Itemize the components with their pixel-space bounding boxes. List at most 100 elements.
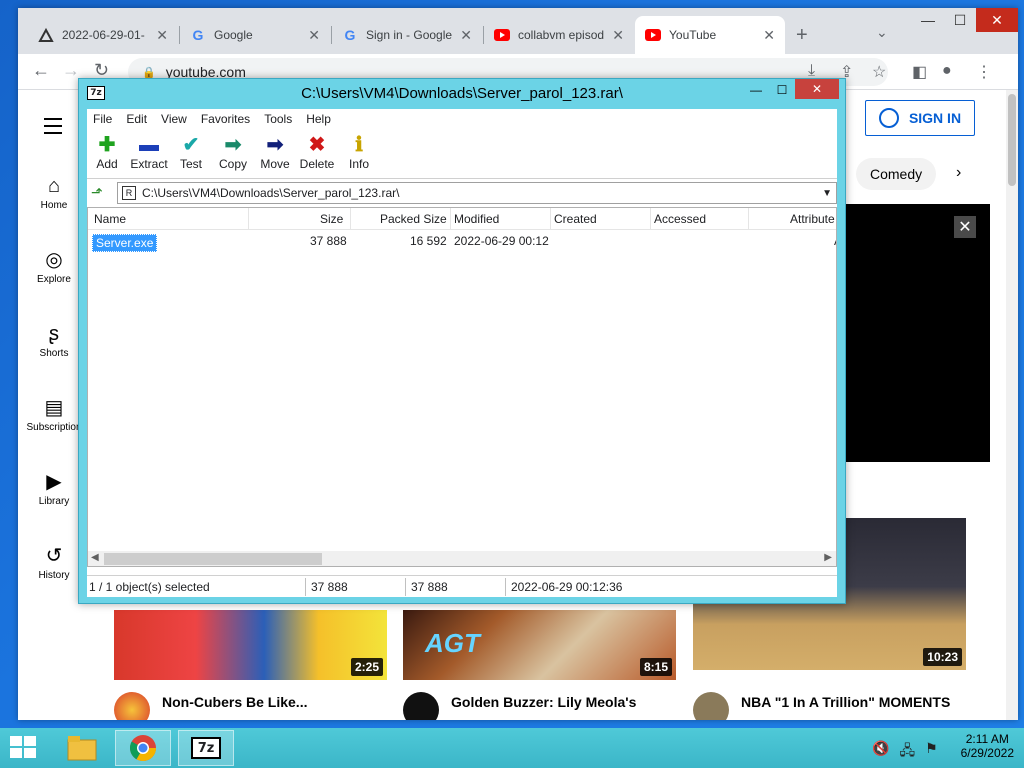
- table-row[interactable]: Server.exe 37 888 16 592 2022-06-29 00:1…: [88, 232, 836, 252]
- side-panel-icon[interactable]: ◧: [912, 62, 927, 82]
- delete-x-icon: ✖: [308, 134, 326, 156]
- chevron-down-icon[interactable]: ▼: [822, 188, 832, 199]
- video-title[interactable]: Non-Cubers Be Like...: [162, 694, 307, 710]
- chevron-right-icon[interactable]: ›: [956, 164, 961, 182]
- status-size: 37 888: [311, 580, 348, 594]
- status-selection: 1 / 1 object(s) selected: [89, 580, 210, 594]
- windows-start-icon[interactable]: [10, 736, 38, 760]
- maximize-button[interactable]: ☐: [769, 79, 795, 101]
- close-icon[interactable]: ✕: [763, 27, 775, 44]
- path-bar: ⬏ R C:\Users\VM4\Downloads\Server_parol_…: [87, 181, 837, 205]
- collabvm-icon: [38, 27, 54, 43]
- folder-up-icon[interactable]: ⬏: [91, 184, 103, 201]
- google-icon: G: [192, 27, 204, 43]
- new-tab-button[interactable]: +: [796, 24, 808, 47]
- taskbar: 7z 🔇 🖧 ⚑ 2:11 AM 6/29/2022: [0, 728, 1024, 768]
- video-thumbnail[interactable]: AGT 8:15: [403, 610, 676, 680]
- channel-avatar[interactable]: [114, 692, 150, 720]
- menu-favorites[interactable]: Favorites: [201, 112, 250, 126]
- list-header: Name Size Packed Size Modified Created A…: [88, 208, 836, 230]
- 7zip-window: 7z C:\Users\VM4\Downloads\Server_parol_1…: [78, 78, 846, 604]
- test-button[interactable]: ✔ Test: [169, 133, 213, 171]
- channel-avatar[interactable]: [693, 692, 729, 720]
- youtube-icon: [494, 27, 510, 43]
- action-center-icon[interactable]: ⚑: [925, 740, 938, 764]
- chip-comedy[interactable]: Comedy: [856, 158, 937, 190]
- column-packed-size[interactable]: Packed Size: [380, 212, 447, 226]
- minimize-button[interactable]: —: [912, 8, 944, 32]
- column-attributes[interactable]: Attribute: [790, 212, 835, 226]
- rar-file-icon: R: [122, 186, 136, 200]
- tab-collabvm[interactable]: 2022-06-29-01- ✕: [28, 16, 178, 54]
- copy-button[interactable]: ➡ Copy: [211, 133, 255, 171]
- 7zip-taskbar-icon[interactable]: 7z: [178, 730, 234, 766]
- menu-view[interactable]: View: [161, 112, 187, 126]
- file-explorer-icon[interactable]: [54, 730, 110, 766]
- sign-in-button[interactable]: SIGN IN: [865, 100, 975, 136]
- 7zip-toolbar: ✚ Add ▬ Extract ✔ Test ➡ Copy ➡ Move ✖ Delete …: [87, 129, 837, 179]
- clock[interactable]: 2:11 AM 6/29/2022: [961, 732, 1014, 760]
- video-title[interactable]: Golden Buzzer: Lily Meola's: [451, 694, 636, 710]
- page-scrollbar[interactable]: [1006, 90, 1018, 720]
- tab-sign-in-google[interactable]: G Sign in - Google ✕: [332, 16, 482, 54]
- menu-help[interactable]: Help: [306, 112, 331, 126]
- move-button[interactable]: ➡ Move: [253, 133, 297, 171]
- delete-button[interactable]: ✖ Delete: [295, 133, 339, 171]
- menu-tools[interactable]: Tools: [264, 112, 292, 126]
- close-icon[interactable]: ✕: [308, 27, 320, 44]
- column-accessed[interactable]: Accessed: [654, 212, 706, 226]
- status-packed: 37 888: [411, 580, 448, 594]
- 7zip-titlebar[interactable]: 7z C:\Users\VM4\Downloads\Server_parol_1…: [79, 79, 845, 109]
- info-icon: ℹ: [355, 134, 363, 156]
- close-icon[interactable]: ✕: [460, 27, 472, 44]
- column-size[interactable]: Size: [320, 212, 343, 226]
- scroll-right-icon[interactable]: ▶: [824, 552, 832, 563]
- youtube-icon: [645, 27, 661, 43]
- menu-kebab-icon[interactable]: ⋮: [976, 62, 992, 82]
- menu-edit[interactable]: Edit: [126, 112, 147, 126]
- menu-bar: File Edit View Favorites Tools Help: [87, 109, 837, 129]
- tab-collabvm-episode[interactable]: collabvm episod ✕: [484, 16, 634, 54]
- copy-arrow-icon: ➡: [224, 134, 242, 156]
- miniplayer: ✕: [846, 204, 990, 462]
- menu-file[interactable]: File: [93, 112, 112, 126]
- extract-button[interactable]: ▬ Extract: [127, 133, 171, 171]
- column-modified[interactable]: Modified: [454, 212, 499, 226]
- close-icon[interactable]: ✕: [954, 216, 976, 238]
- column-name[interactable]: Name: [94, 212, 126, 226]
- minimize-button[interactable]: —: [743, 79, 769, 101]
- 7zip-client: File Edit View Favorites Tools Help ✚ Add…: [87, 109, 837, 597]
- check-icon: ✔: [182, 134, 200, 156]
- move-arrow-icon: ➡: [266, 134, 284, 156]
- horizontal-scrollbar[interactable]: ◀ ▶: [88, 551, 836, 566]
- profile-icon[interactable]: ●: [942, 62, 952, 80]
- status-modified: 2022-06-29 00:12:36: [511, 580, 623, 594]
- add-button[interactable]: ✚ Add: [85, 133, 129, 171]
- user-icon: [878, 108, 899, 128]
- close-icon[interactable]: ✕: [612, 27, 624, 44]
- column-created[interactable]: Created: [554, 212, 597, 226]
- channel-avatar[interactable]: [403, 692, 439, 720]
- hamburger-menu-icon[interactable]: [44, 118, 62, 139]
- network-icon[interactable]: 🖧: [899, 740, 915, 764]
- tab-google[interactable]: G Google ✕: [180, 16, 330, 54]
- volume-muted-icon[interactable]: 🔇: [872, 740, 889, 764]
- video-title[interactable]: NBA "1 In A Trillion" MOMENTS: [741, 694, 950, 710]
- path-combobox[interactable]: R C:\Users\VM4\Downloads\Server_parol_12…: [117, 182, 837, 204]
- close-button[interactable]: ✕: [795, 79, 839, 99]
- window-title: C:\Users\VM4\Downloads\Server_parol_123.…: [301, 85, 623, 102]
- file-list[interactable]: Name Size Packed Size Modified Created A…: [87, 207, 837, 567]
- bookmark-star-icon[interactable]: ☆: [872, 62, 886, 82]
- close-icon[interactable]: ✕: [156, 27, 168, 44]
- scroll-thumb[interactable]: [104, 553, 322, 565]
- chrome-taskbar-icon[interactable]: [115, 730, 171, 766]
- google-icon: G: [344, 27, 356, 43]
- close-button[interactable]: ✕: [976, 8, 1018, 32]
- back-arrow-icon[interactable]: ←: [32, 60, 50, 81]
- tab-youtube[interactable]: YouTube ✕: [635, 16, 785, 54]
- tab-search-icon[interactable]: ⌄: [876, 24, 888, 41]
- maximize-button[interactable]: ☐: [944, 8, 976, 32]
- info-button[interactable]: ℹ Info: [337, 133, 381, 171]
- scroll-left-icon[interactable]: ◀: [91, 552, 99, 563]
- video-thumbnail[interactable]: 2:25: [114, 610, 387, 680]
